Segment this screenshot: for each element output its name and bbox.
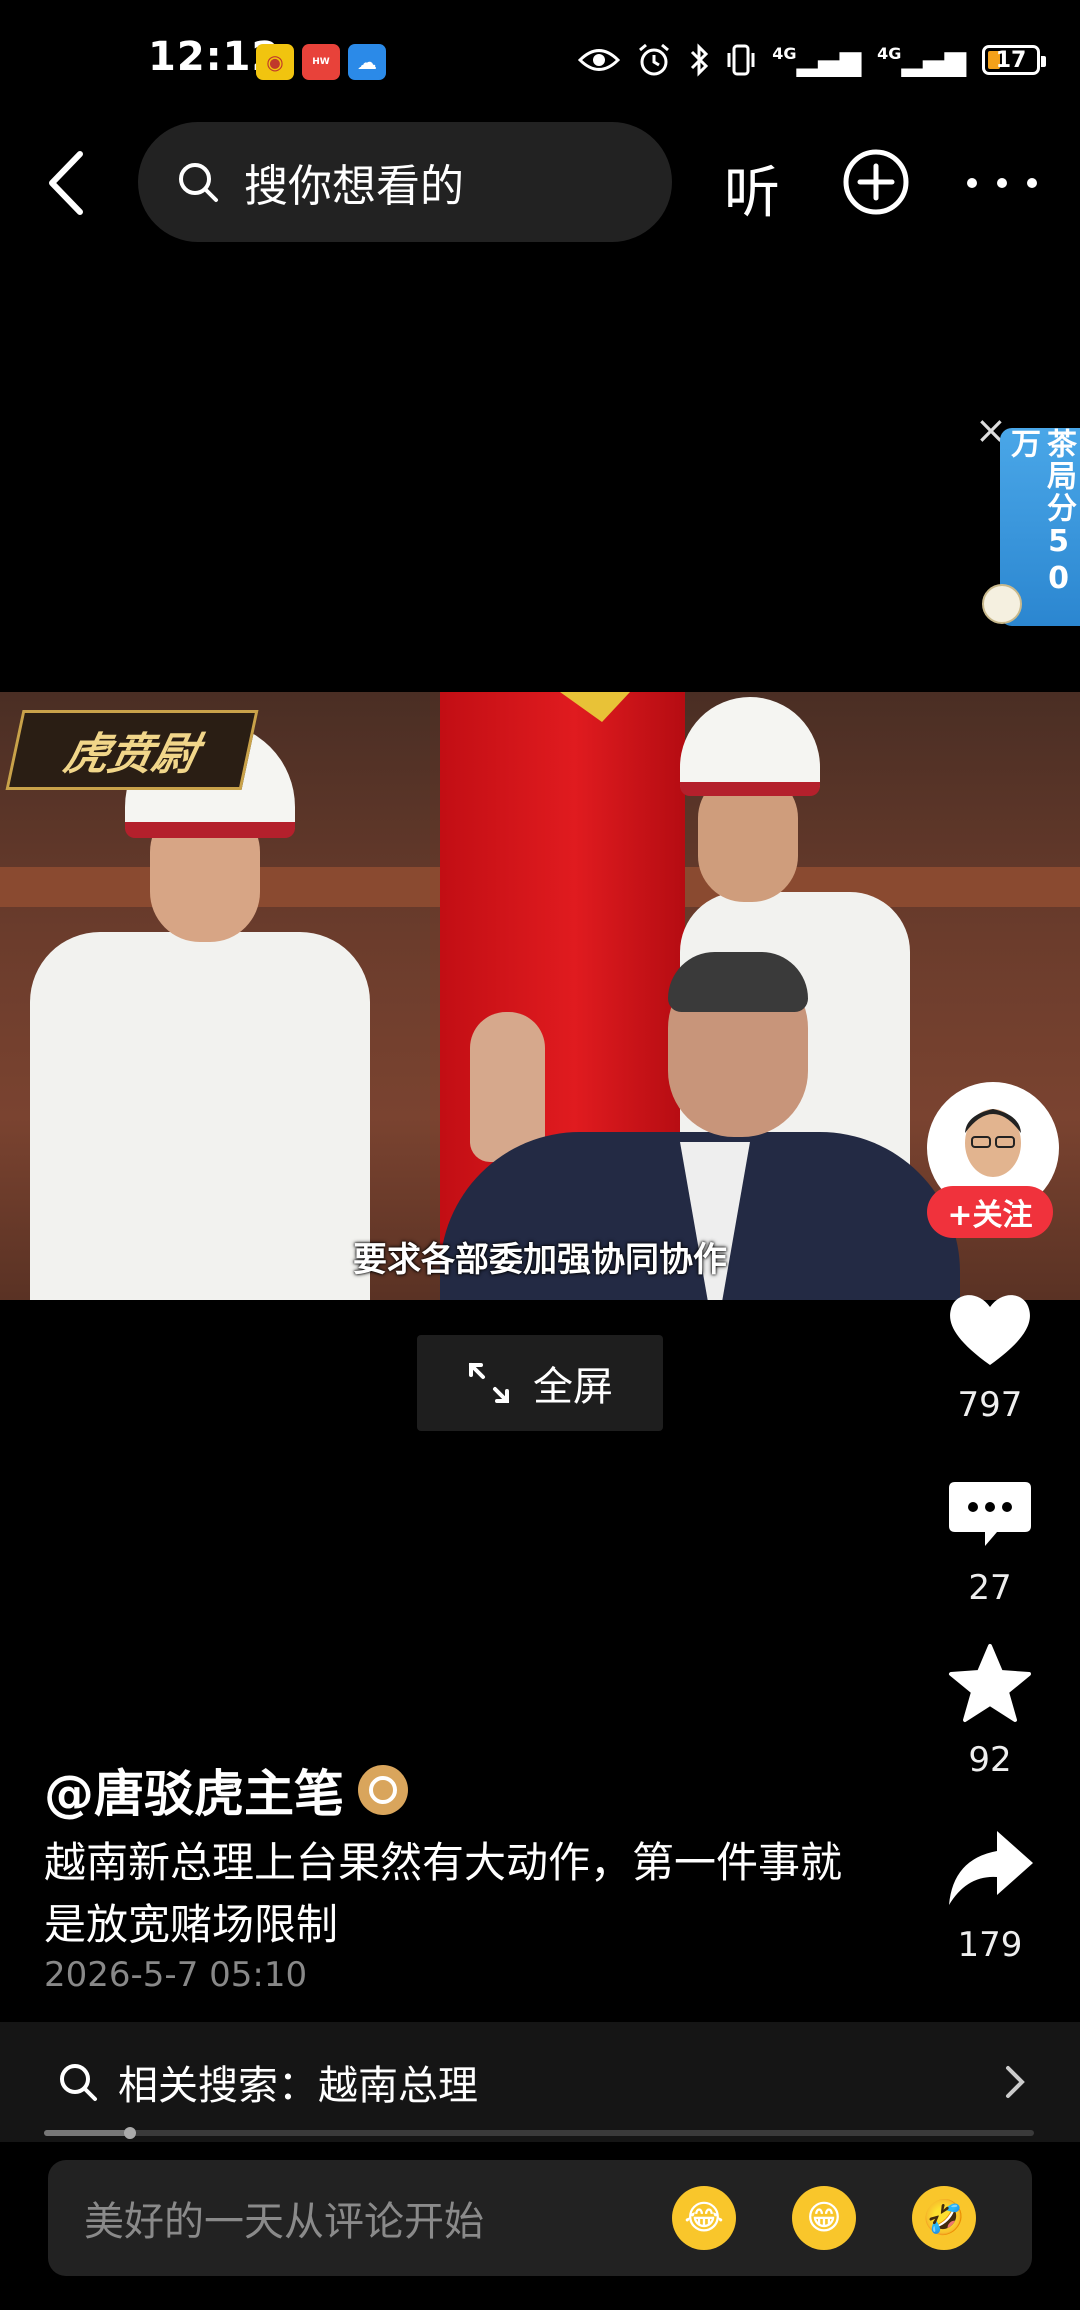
- rofl-emoji-icon[interactable]: 🤣: [912, 2186, 976, 2250]
- author-name[interactable]: @唐驳虎主笔: [44, 1754, 344, 1826]
- heart-icon: [950, 1295, 1030, 1365]
- video-speaker-hair: [668, 952, 808, 1012]
- vibrate-icon: [727, 44, 755, 76]
- share-arrow-icon: [949, 1831, 1033, 1905]
- favorite-count: 92: [968, 1740, 1012, 1780]
- weibo-icon: ◉: [256, 44, 294, 80]
- comment-button[interactable]: 27: [930, 1468, 1050, 1608]
- chevron-right-icon: [1006, 2066, 1025, 2098]
- post-description: 越南新总理上台果然有大动作，第一件事就是放宽赌场限制: [44, 1838, 843, 1949]
- author-name-row[interactable]: @唐驳虎主笔: [44, 1754, 408, 1826]
- expand-icon: [469, 1363, 509, 1403]
- follow-button[interactable]: +关注: [927, 1186, 1053, 1238]
- video-soldier-right-cap: [680, 697, 820, 796]
- related-search-label: 相关搜索：越南总理: [118, 2063, 478, 2109]
- search-placeholder: 搜你想看的: [244, 161, 464, 212]
- eye-icon: [578, 49, 621, 71]
- related-search-bar[interactable]: 相关搜索：越南总理: [0, 2022, 1080, 2142]
- like-count: 797: [957, 1385, 1023, 1425]
- video-subtitle: 要求各部委加强协同协作: [353, 1240, 727, 1280]
- battery-icon: 17: [982, 45, 1046, 75]
- comment-placeholder: 美好的一天从评论开始: [84, 2199, 484, 2245]
- weather-icon: ☁: [348, 44, 386, 80]
- share-count: 179: [957, 1925, 1023, 1965]
- video-progress-bar[interactable]: [44, 2127, 1034, 2139]
- like-button[interactable]: 797: [930, 1285, 1050, 1425]
- star-icon: [949, 1644, 1031, 1722]
- search-icon: [179, 163, 218, 202]
- share-button[interactable]: 179: [930, 1825, 1050, 1965]
- status-bar: 12:12 ◉ HW ☁ 4G▂▄▆ 4G▂▄▆ 17: [0, 0, 1080, 110]
- signal-2: 4G▂▄▆: [877, 43, 966, 77]
- verified-badge-icon: [358, 1765, 408, 1815]
- channel-logo: 虎贲尉: [5, 710, 259, 790]
- more-options-icon[interactable]: [962, 168, 1042, 198]
- search-icon: [60, 2064, 97, 2101]
- favorite-button[interactable]: 92: [930, 1640, 1050, 1780]
- huawei-icon: HW: [302, 44, 340, 80]
- fullscreen-button[interactable]: 全屏: [417, 1335, 663, 1431]
- grin-emoji-icon[interactable]: 😁: [792, 2186, 856, 2250]
- search-bar[interactable]: 搜你想看的: [138, 122, 672, 242]
- post-date: 2026-5-7 05:10: [44, 1955, 308, 1995]
- tea-cup-icon: [982, 584, 1022, 624]
- bluetooth-icon: [691, 43, 709, 77]
- status-icons: 4G▂▄▆ 4G▂▄▆ 17: [578, 38, 1046, 82]
- back-arrow-icon[interactable]: [40, 148, 100, 218]
- laugh-cry-emoji-icon[interactable]: 😂: [672, 2186, 736, 2250]
- progress-played: [44, 2130, 131, 2136]
- signal-1: 4G▂▄▆: [772, 43, 862, 77]
- video-player[interactable]: 虎贲尉 要求各部委加强协同协作: [0, 692, 1080, 1300]
- comment-input[interactable]: 美好的一天从评论开始 😂 😁 🤣: [48, 2160, 1032, 2276]
- add-circle-icon[interactable]: [842, 148, 910, 216]
- listen-button[interactable]: 听: [724, 148, 780, 229]
- comment-icon: [949, 1482, 1031, 1546]
- alarm-icon: [639, 43, 670, 76]
- comment-count: 27: [968, 1568, 1012, 1608]
- fullscreen-label: 全屏: [533, 1364, 613, 1410]
